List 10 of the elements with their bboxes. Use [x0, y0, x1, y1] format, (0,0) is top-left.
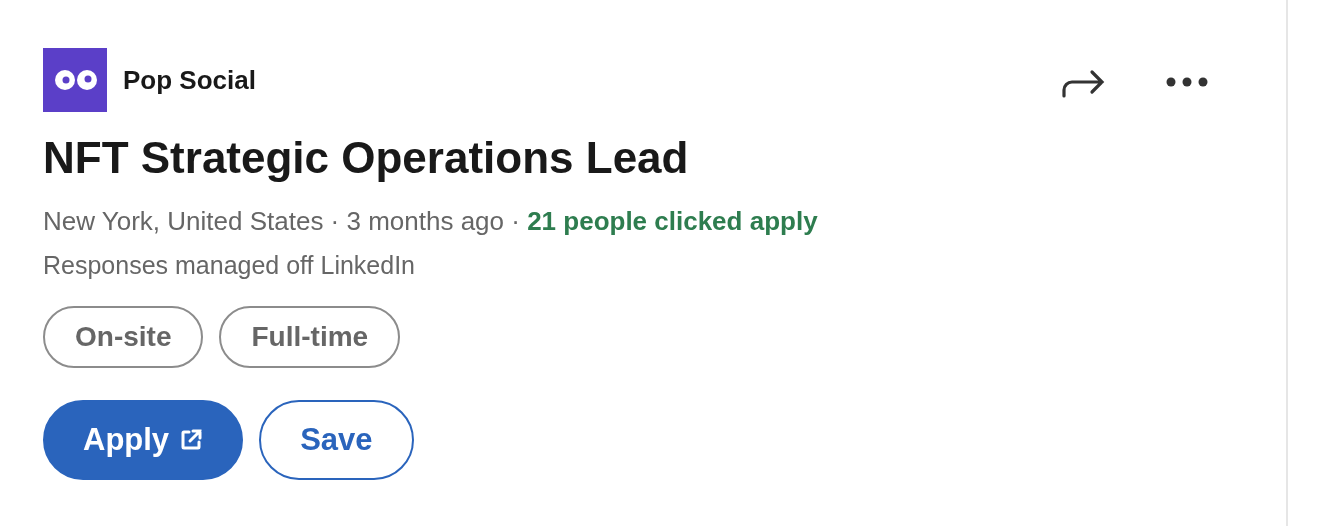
job-title: NFT Strategic Operations Lead: [43, 132, 690, 184]
company-name[interactable]: Pop Social: [123, 64, 256, 96]
more-icon: [1166, 77, 1208, 87]
job-tag: On-site: [43, 306, 204, 368]
job-meta: New York, United States · 3 months ago · 21 people clicked apply: [43, 205, 819, 238]
responses-note: Responses managed off LinkedIn: [43, 250, 417, 281]
save-button[interactable]: Save: [259, 400, 414, 480]
job-tag: Full-time: [219, 306, 401, 368]
company-logo: [43, 48, 107, 112]
apply-button[interactable]: Apply: [43, 400, 244, 480]
